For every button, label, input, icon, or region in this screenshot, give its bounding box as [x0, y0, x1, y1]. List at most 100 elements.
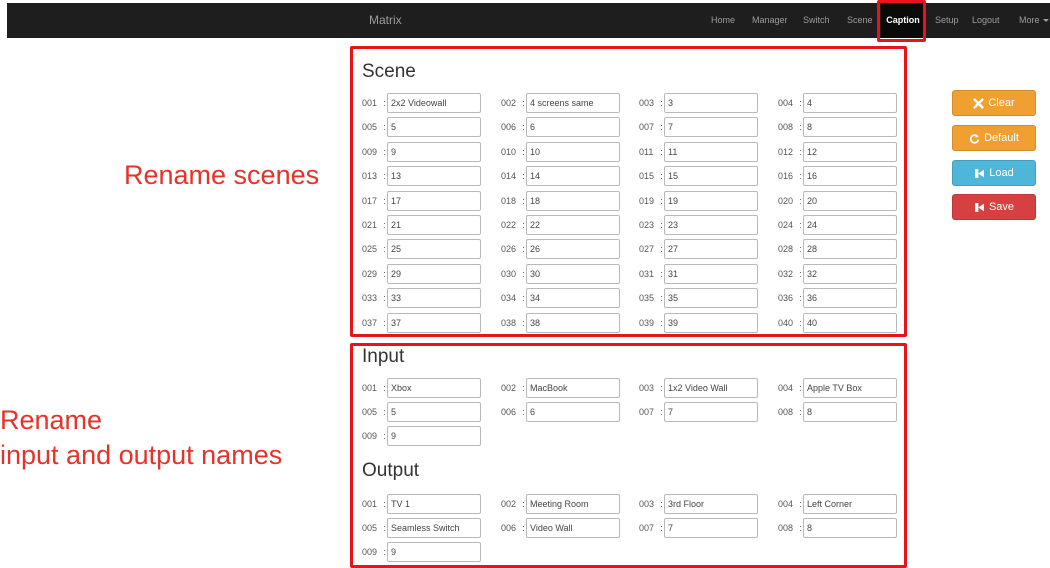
scene-number: 033	[362, 293, 378, 304]
scene-name-input[interactable]	[387, 93, 481, 113]
scene-name-input[interactable]	[664, 239, 758, 260]
scene-name-input[interactable]	[526, 93, 620, 113]
scene-title: Scene	[362, 61, 416, 82]
scene-name-input[interactable]	[803, 93, 897, 113]
scene-name-input[interactable]	[387, 141, 481, 162]
input-name-input[interactable]	[664, 378, 758, 398]
nav-scene[interactable]: Scene	[847, 3, 873, 38]
input-name-input[interactable]	[803, 378, 897, 398]
output-number: 004	[778, 499, 794, 509]
output-name-input[interactable]	[803, 518, 897, 538]
output-name-input[interactable]	[387, 518, 481, 538]
output-number: 006	[501, 523, 517, 533]
scene-name-input[interactable]	[526, 263, 620, 284]
input-name-input[interactable]	[387, 426, 481, 446]
nav-home[interactable]: Home	[711, 3, 735, 38]
scene-name-input[interactable]	[664, 190, 758, 211]
scene-name-input[interactable]	[526, 117, 620, 138]
scene-name-input[interactable]	[803, 239, 897, 260]
scene-field: 013:	[362, 166, 481, 187]
nav-more[interactable]: More	[1019, 3, 1049, 38]
output-field: 004:	[778, 494, 897, 514]
scene-name-input[interactable]	[803, 190, 897, 211]
nav-more-label: More	[1019, 15, 1040, 25]
scene-name-input[interactable]	[387, 117, 481, 138]
output-field: 002:	[501, 494, 620, 514]
scene-name-input[interactable]	[803, 312, 897, 333]
scene-field: 021:	[362, 215, 481, 235]
scene-number: 001	[362, 98, 378, 108]
default-label: Default	[984, 132, 1019, 144]
input-name-input[interactable]	[387, 402, 481, 422]
input-name-input[interactable]	[664, 402, 758, 422]
input-number: 004	[778, 383, 794, 393]
scene-number: 004	[778, 98, 794, 108]
output-name-input[interactable]	[526, 494, 620, 514]
scene-name-input[interactable]	[664, 312, 758, 333]
load-button[interactable]: Load	[952, 160, 1036, 186]
default-button[interactable]: Default	[952, 125, 1036, 151]
scene-number: 034	[501, 293, 517, 304]
scene-number: 025	[362, 244, 378, 255]
scene-number: 028	[778, 244, 794, 255]
scene-number: 032	[778, 268, 794, 279]
scene-name-input[interactable]	[803, 117, 897, 138]
scene-name-input[interactable]	[387, 239, 481, 260]
scene-number: 027	[639, 244, 655, 255]
brand-title[interactable]: Matrix	[369, 3, 402, 38]
nav-switch[interactable]: Switch	[803, 3, 830, 38]
input-name-input[interactable]	[803, 402, 897, 422]
scene-name-input[interactable]	[526, 312, 620, 333]
scene-name-input[interactable]	[387, 263, 481, 284]
output-name-input[interactable]	[387, 542, 481, 562]
scene-name-input[interactable]	[664, 263, 758, 284]
input-name-input[interactable]	[387, 378, 481, 398]
input-number: 008	[778, 407, 794, 417]
output-name-input[interactable]	[664, 518, 758, 538]
nav-logout[interactable]: Logout	[972, 3, 1000, 38]
scene-name-input[interactable]	[664, 288, 758, 309]
scene-name-input[interactable]	[387, 166, 481, 187]
scene-name-input[interactable]	[803, 166, 897, 187]
scene-name-input[interactable]	[803, 215, 897, 235]
scene-name-input[interactable]	[387, 312, 481, 333]
output-name-input[interactable]	[387, 494, 481, 514]
input-name-input[interactable]	[526, 378, 620, 398]
scene-name-input[interactable]	[803, 263, 897, 284]
scene-name-input[interactable]	[387, 190, 481, 211]
nav-manager[interactable]: Manager	[752, 3, 788, 38]
scene-name-input[interactable]	[387, 288, 481, 309]
nav-setup[interactable]: Setup	[935, 3, 959, 38]
scene-name-input[interactable]	[664, 93, 758, 113]
scene-name-input[interactable]	[803, 141, 897, 162]
scene-field: 011:	[639, 141, 758, 162]
scene-name-input[interactable]	[526, 166, 620, 187]
scene-number: 029	[362, 268, 378, 279]
scene-name-input[interactable]	[664, 117, 758, 138]
scene-name-input[interactable]	[526, 190, 620, 211]
input-name-input[interactable]	[526, 402, 620, 422]
load-icon	[975, 168, 985, 178]
scene-name-input[interactable]	[526, 239, 620, 260]
scene-field: 001:	[362, 93, 481, 113]
scene-field: 029:	[362, 263, 481, 284]
output-name-input[interactable]	[664, 494, 758, 514]
scene-name-input[interactable]	[664, 141, 758, 162]
output-number: 009	[362, 547, 378, 557]
scene-number: 036	[778, 293, 794, 304]
scene-name-input[interactable]	[664, 166, 758, 187]
save-button[interactable]: Save	[952, 194, 1036, 220]
scene-name-input[interactable]	[664, 215, 758, 235]
scene-name-input[interactable]	[803, 288, 897, 309]
scene-field: 007:	[639, 117, 758, 138]
clear-button[interactable]: Clear	[952, 90, 1036, 116]
scene-name-input[interactable]	[526, 288, 620, 309]
scene-name-input[interactable]	[526, 141, 620, 162]
scene-field: 026:	[501, 239, 620, 260]
scene-name-input[interactable]	[526, 215, 620, 235]
scene-name-input[interactable]	[387, 215, 481, 235]
output-name-input[interactable]	[526, 518, 620, 538]
scene-field: 005:	[362, 117, 481, 138]
scene-number: 020	[778, 195, 794, 206]
output-name-input[interactable]	[803, 494, 897, 514]
